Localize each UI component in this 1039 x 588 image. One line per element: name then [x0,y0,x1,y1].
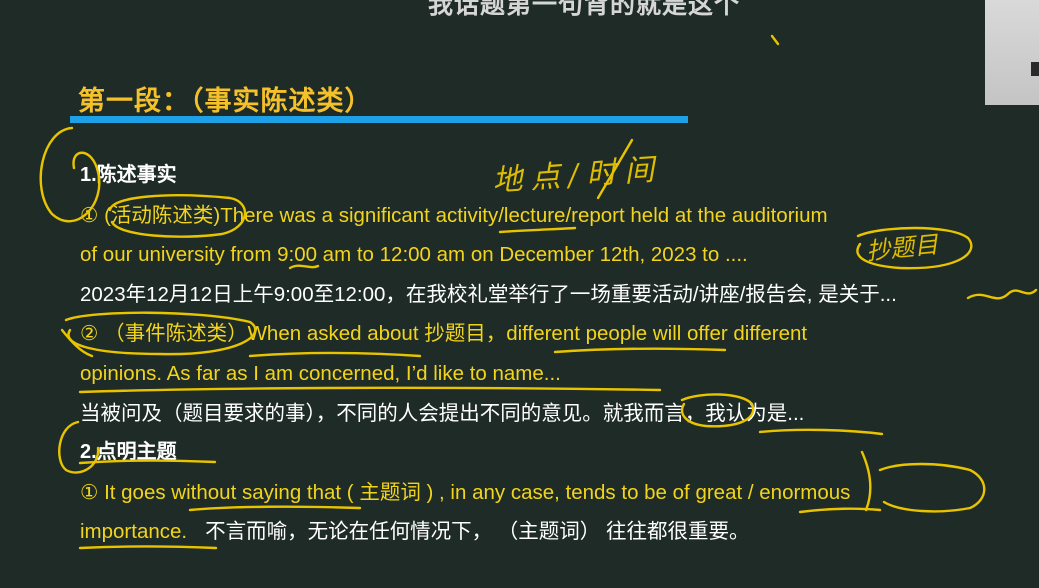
webcam-detail [1031,62,1039,76]
translation-activity: 2023年12月12日上午9:00至12:00，在我校礼堂举行了一场重要活动/讲… [80,282,897,306]
template-sentence-event-2: opinions. As far as I am concerned, I’d … [80,361,561,385]
template-sentence-topic-2: importance. 不言而喻，无论在任何情况下， （主题词） 往往都很重要。 [80,512,1020,552]
slide-heading: 第一段：（事实陈述类） [78,86,373,116]
translation-event: 当被问及（题目要求的事），不同的人会提出不同的意见。就我而言，我认为是... [80,401,805,425]
handwritten-copy-topic: 抄题目 [864,230,940,266]
topic-sentence-end: importance. [80,520,188,544]
video-subtitle: 我话题第一句背的就是这个 [428,0,741,19]
slide-content: 1.陈述事实 ① (活动陈述类)There was a significant … [80,156,1020,552]
template-sentence-event-1: ② （事件陈述类）When asked about 抄题目，different … [80,322,808,346]
template-sentence-topic-1: ① It goes without saying that ( 主题词 ) , … [80,480,851,504]
webcam-overlay [985,0,1039,105]
section-title-state-topic: 2.点明主题 [80,441,177,464]
stray-mark [770,34,780,46]
heading-underline-bar [70,116,688,123]
translation-topic: 不言而喻，无论在任何情况下， （主题词） 往往都很重要。 [205,520,750,544]
